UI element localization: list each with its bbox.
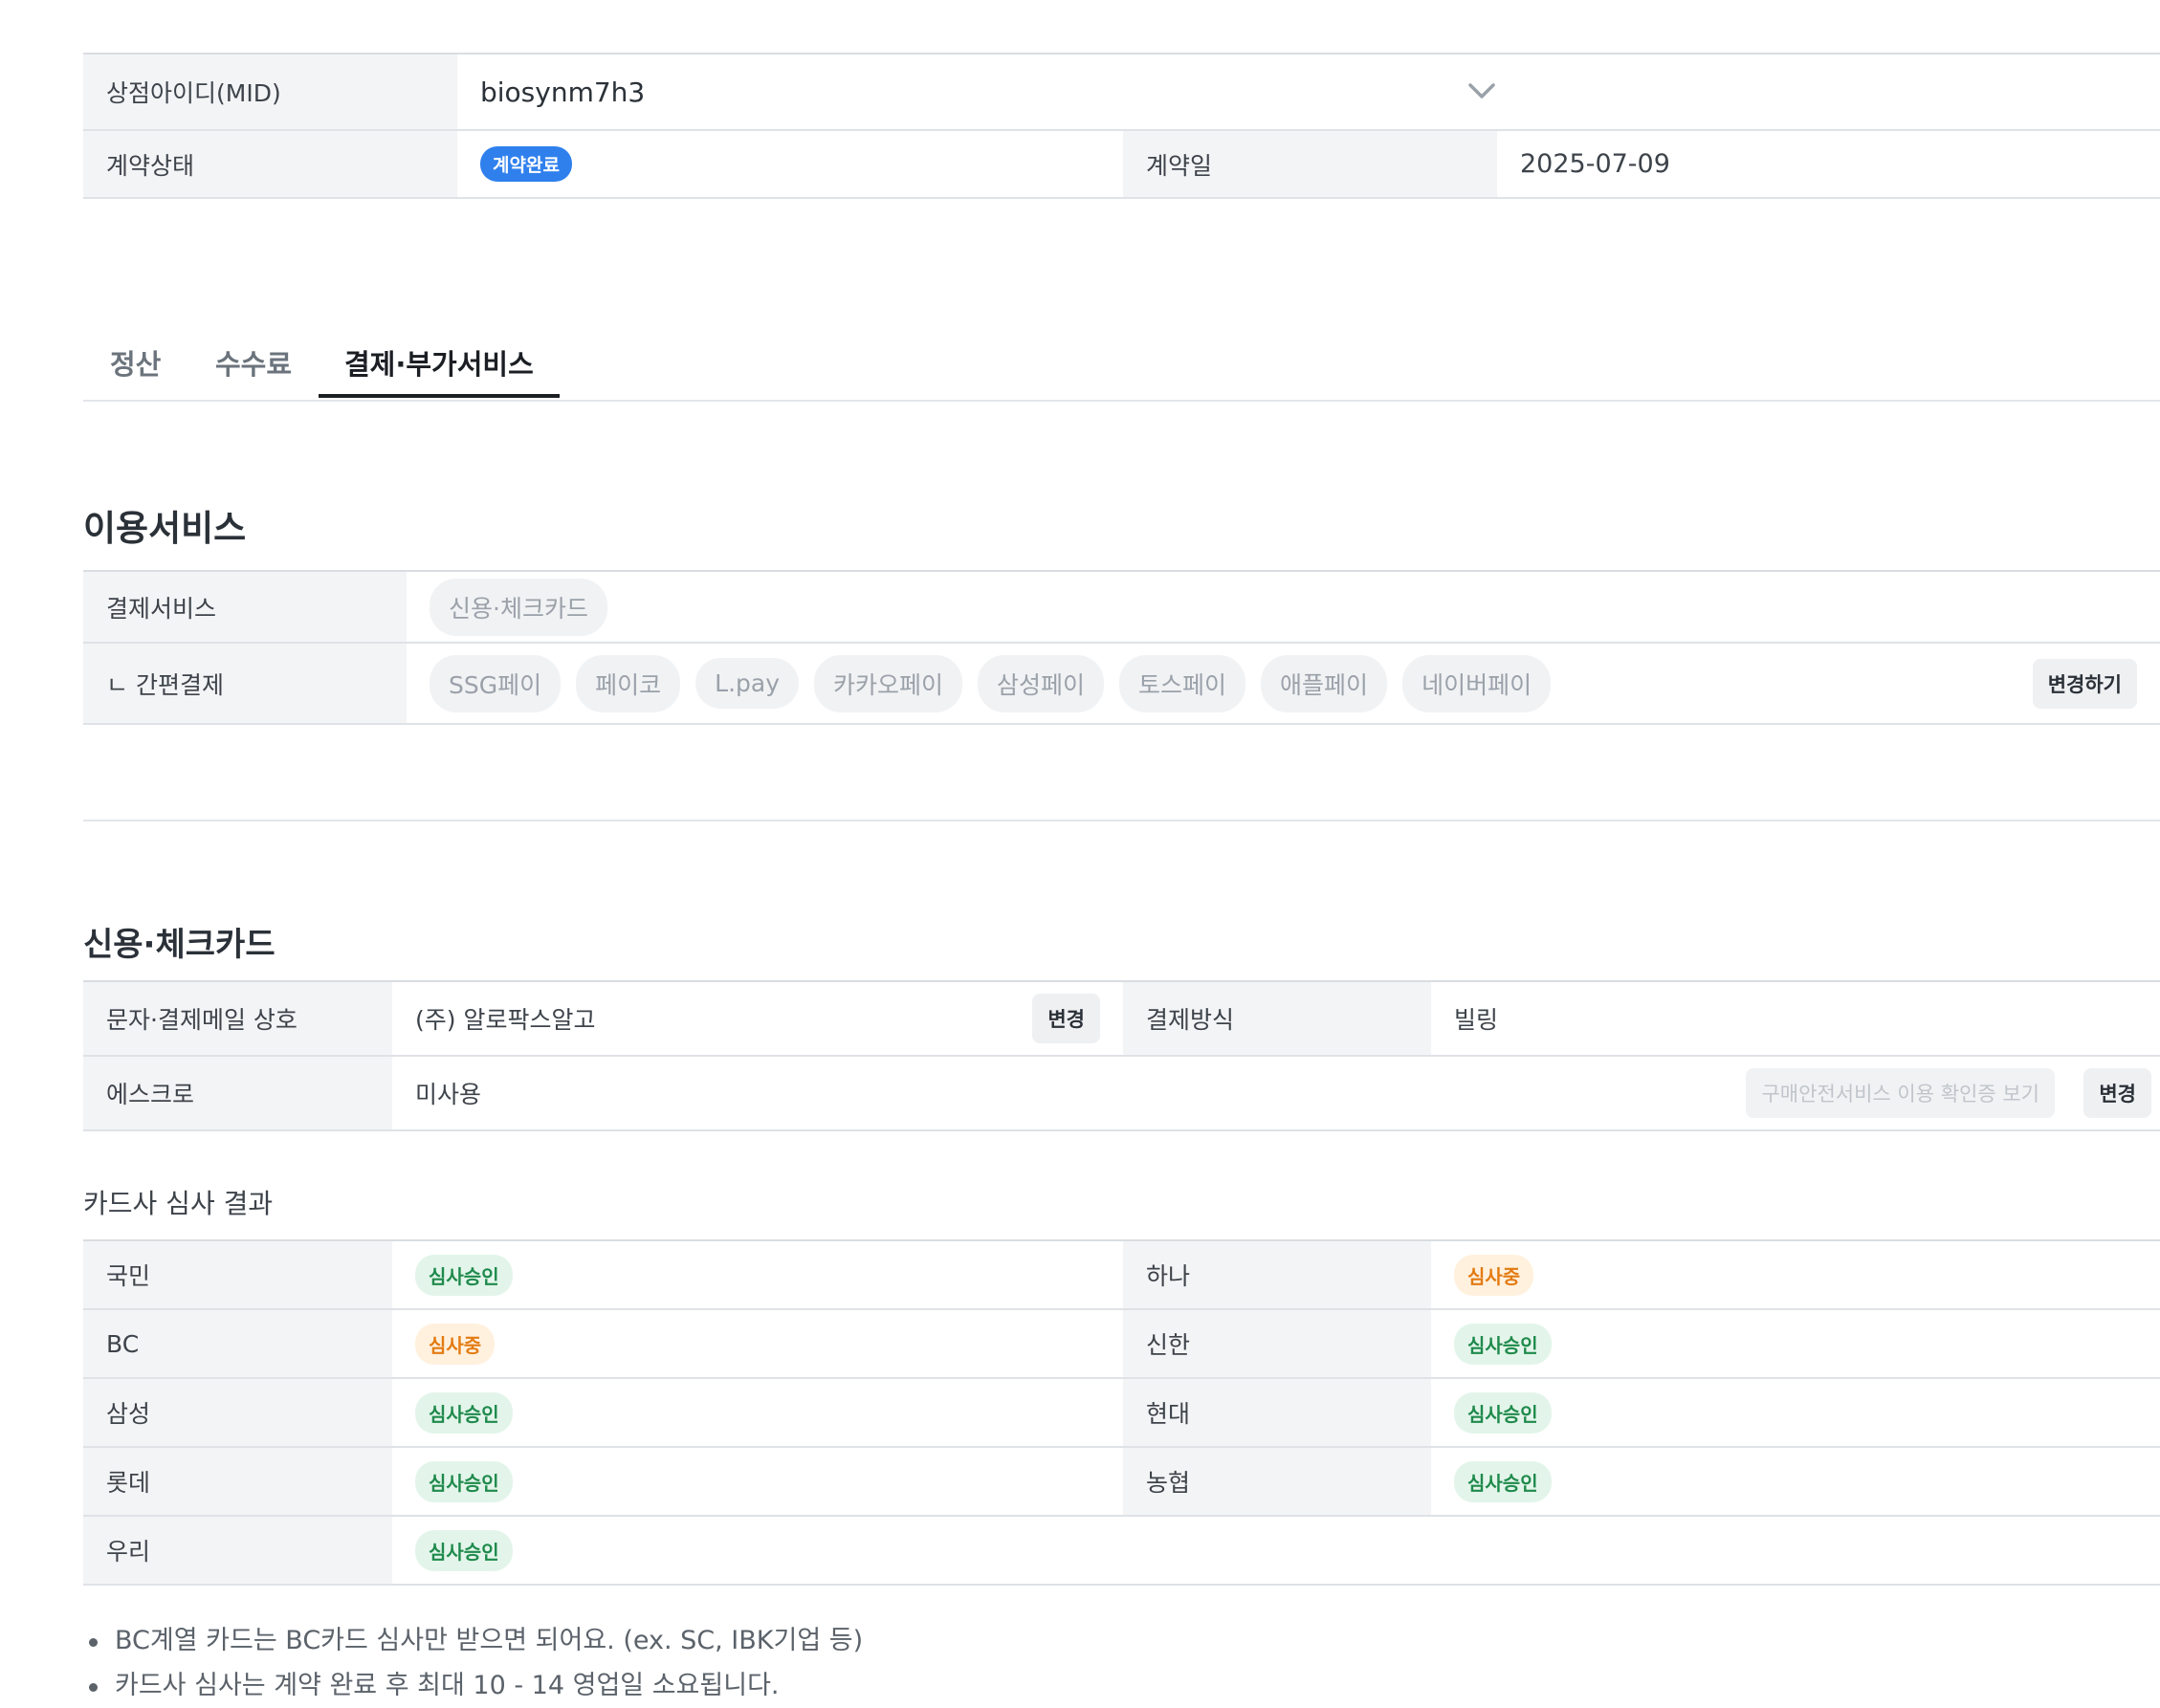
table-row: 롯데 심사승인 농협 심사승인	[83, 1448, 2160, 1517]
card-status-cell: 심사중	[1431, 1241, 2160, 1308]
mid-select[interactable]: biosynm7h3	[457, 55, 2160, 129]
tab-fees[interactable]: 수수료	[215, 335, 292, 400]
card-section-title: 신용·체크카드	[83, 926, 276, 964]
chip-tosspay: 토스페이	[1119, 654, 1246, 712]
change-easy-pay-button[interactable]: 변경하기	[2032, 658, 2137, 709]
card-status-cell: 심사승인	[1431, 1448, 2160, 1515]
card-issuer-name: 현대	[1123, 1379, 1431, 1446]
card-issuer-name: 삼성	[83, 1379, 392, 1446]
escrow-row: 에스크로 미사용 구매안전서비스 이용 확인증 보기 변경	[83, 1057, 2160, 1131]
contract-status-cell: 계약완료	[457, 131, 1123, 197]
status-badge: 심사승인	[415, 1460, 513, 1502]
chip-payco: 페이코	[576, 654, 681, 712]
contract-date-label: 계약일	[1123, 131, 1497, 197]
sms-name-value: (주) 알로팍스알고	[415, 1006, 596, 1034]
escrow-change-button[interactable]: 변경	[2083, 1068, 2151, 1118]
page: 상점아이디(MID) biosynm7h3 계약상태 계약완료 계약일 2025…	[0, 0, 2160, 1708]
card-issuer-name: 농협	[1123, 1448, 1431, 1515]
easy-pay-cell: SSG페이 페이코 L.pay 카카오페이 삼성페이 토스페이 애플페이 네이버…	[407, 644, 2160, 723]
chip-kakaopay: 카카오페이	[814, 654, 963, 712]
easy-pay-row: ㄴ 간편결제 SSG페이 페이코 L.pay 카카오페이 삼성페이 토스페이 애…	[83, 644, 2160, 725]
chip-samsungpay: 삼성페이	[978, 654, 1105, 712]
table-row: 우리 심사승인	[83, 1517, 2160, 1586]
card-status-cell: 심사승인	[392, 1379, 1123, 1446]
card-status-cell: 심사승인	[392, 1517, 2160, 1584]
review-title: 카드사 심사 결과	[83, 1188, 274, 1219]
status-badge: 심사승인	[415, 1529, 513, 1571]
table-row: 국민 심사승인 하나 심사중	[83, 1241, 2160, 1310]
chip-lpay: L.pay	[695, 658, 799, 709]
payment-method-value: 빌링	[1431, 982, 2160, 1055]
status-badge: 심사승인	[1454, 1460, 1552, 1502]
section-divider	[83, 820, 2160, 821]
note-item: 카드사 심사는 계약 완료 후 최대 10 - 14 영업일 소요됩니다.	[83, 1663, 863, 1708]
sms-name-cell: (주) 알로팍스알고 변경	[392, 982, 1123, 1055]
tab-payment-services[interactable]: 결제·부가서비스	[319, 335, 560, 398]
mid-label: 상점아이디(MID)	[83, 55, 457, 129]
review-notes: BC계열 카드는 BC카드 심사만 받으면 되어요. (ex. SC, IBK기…	[83, 1618, 863, 1708]
card-issuer-name: 국민	[83, 1241, 392, 1308]
tab-bar: 정산 수수료 결제·부가서비스	[83, 335, 2160, 402]
sms-name-row: 문자·결제메일 상호 (주) 알로팍스알고 변경 결제방식 빌링	[83, 982, 2160, 1057]
services-table: 결제서비스 신용·체크카드 ㄴ 간편결제 SSG페이 페이코 L.pay 카카오…	[83, 570, 2160, 725]
card-status-cell: 심사승인	[1431, 1310, 2160, 1377]
card-status-cell: 심사승인	[392, 1241, 1123, 1308]
card-settings-table: 문자·결제메일 상호 (주) 알로팍스알고 변경 결제방식 빌링 에스크로 미사…	[83, 980, 2160, 1131]
chip-credit-check-card: 신용·체크카드	[430, 578, 607, 636]
status-badge: 심사승인	[415, 1254, 513, 1296]
card-issuer-name: BC	[83, 1310, 392, 1377]
card-review-table: 국민 심사승인 하나 심사중 BC 심사중 신한 심사승인 삼성 심사승인 현대…	[83, 1239, 2160, 1586]
payment-service-row: 결제서비스 신용·체크카드	[83, 572, 2160, 644]
chevron-down-icon[interactable]	[1466, 79, 1497, 102]
card-issuer-name: 롯데	[83, 1448, 392, 1515]
status-badge: 심사중	[415, 1323, 496, 1365]
escrow-label: 에스크로	[83, 1057, 392, 1129]
card-status-cell: 심사승인	[1431, 1379, 2160, 1446]
sms-name-label: 문자·결제메일 상호	[83, 982, 392, 1055]
mid-row: 상점아이디(MID) biosynm7h3	[83, 55, 2160, 131]
status-badge: 심사승인	[415, 1391, 513, 1434]
contract-date-value: 2025-07-09	[1497, 131, 2160, 197]
table-row: 삼성 심사승인 현대 심사승인	[83, 1379, 2160, 1448]
payment-service-cell: 신용·체크카드	[407, 572, 2160, 642]
escrow-value: 미사용	[415, 1081, 482, 1108]
tab-settlement[interactable]: 정산	[110, 335, 161, 400]
card-status-cell: 심사중	[392, 1310, 1123, 1377]
card-issuer-name: 하나	[1123, 1241, 1431, 1308]
payment-service-label: 결제서비스	[83, 572, 407, 642]
services-title: 이용서비스	[83, 508, 247, 549]
merchant-info-table: 상점아이디(MID) biosynm7h3 계약상태 계약완료 계약일 2025…	[83, 53, 2160, 199]
sms-name-change-button[interactable]: 변경	[1032, 994, 1100, 1043]
mid-select-value: biosynm7h3	[480, 76, 646, 108]
chip-naverpay: 네이버페이	[1402, 654, 1552, 712]
card-status-cell: 심사승인	[392, 1448, 1123, 1515]
escrow-cell: 미사용 구매안전서비스 이용 확인증 보기 변경	[392, 1057, 2160, 1129]
table-row: BC 심사중 신한 심사승인	[83, 1310, 2160, 1379]
easy-pay-label: ㄴ 간편결제	[83, 644, 407, 723]
status-badge: 심사중	[1454, 1254, 1534, 1296]
chip-applepay: 애플페이	[1261, 654, 1388, 712]
contract-status-label: 계약상태	[83, 131, 457, 197]
contract-status-badge: 계약완료	[480, 146, 572, 182]
card-issuer-name: 신한	[1123, 1310, 1431, 1377]
escrow-certificate-button[interactable]: 구매안전서비스 이용 확인증 보기	[1746, 1068, 2055, 1118]
chip-ssgpay: SSG페이	[430, 654, 562, 712]
status-badge: 심사승인	[1454, 1323, 1552, 1365]
note-item: BC계열 카드는 BC카드 심사만 받으면 되어요. (ex. SC, IBK기…	[83, 1618, 863, 1663]
payment-method-label: 결제방식	[1123, 982, 1431, 1055]
contract-row: 계약상태 계약완료 계약일 2025-07-09	[83, 131, 2160, 199]
card-issuer-name: 우리	[83, 1517, 392, 1584]
status-badge: 심사승인	[1454, 1391, 1552, 1434]
